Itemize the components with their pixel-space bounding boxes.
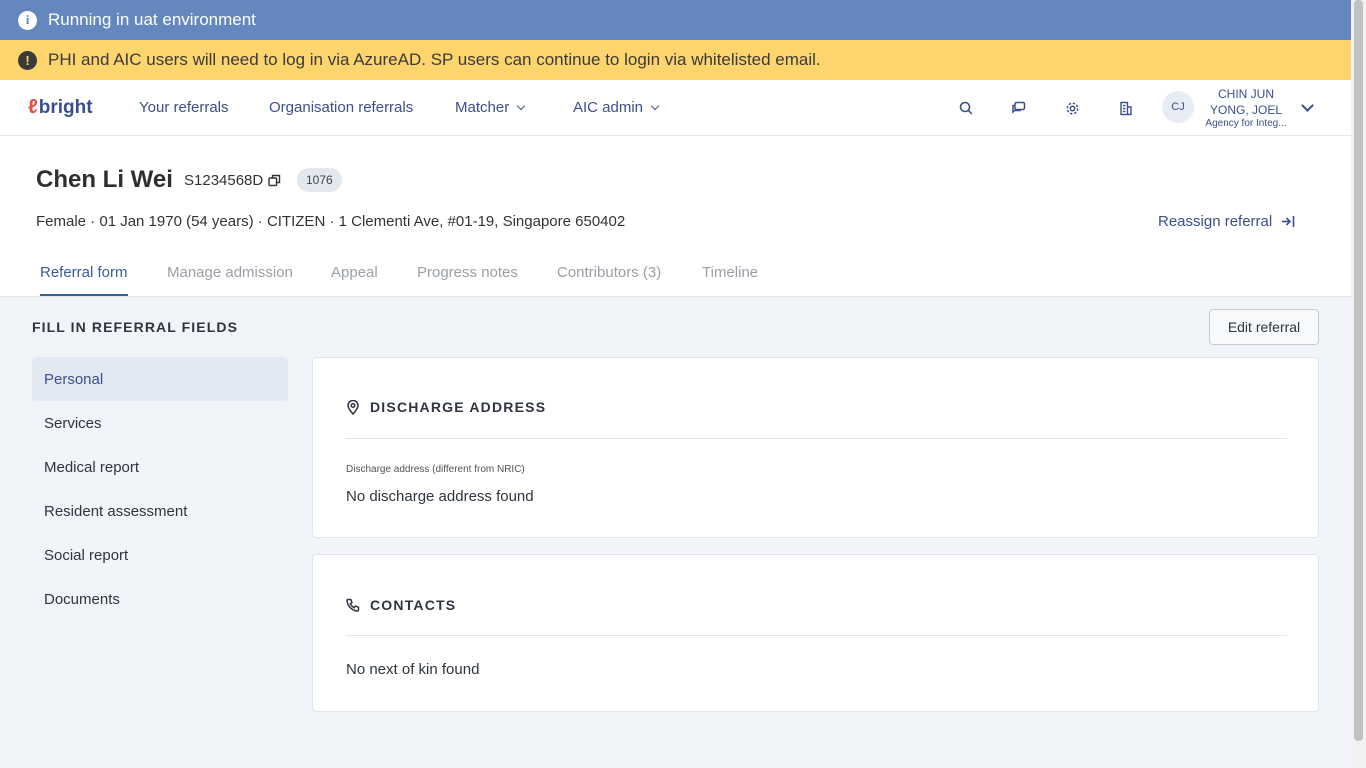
sidebar-item-social-report[interactable]: Social report (32, 533, 288, 577)
section-title: FILL IN REFERRAL FIELDS (32, 319, 239, 335)
contacts-card: CONTACTS No next of kin found (312, 554, 1319, 712)
patient-name: Chen Li Wei (36, 166, 173, 193)
reassign-referral-label: Reassign referral (1158, 213, 1273, 230)
alert-icon: ! (18, 50, 37, 70)
building-icon[interactable] (1116, 98, 1136, 118)
nav-aic-admin-label: AIC admin (573, 99, 644, 116)
discharge-address-label: Discharge address (different from NRIC) (346, 464, 525, 475)
search-icon[interactable] (956, 98, 976, 118)
discharge-address-card: DISCHARGE ADDRESS Discharge address (dif… (312, 357, 1319, 538)
sidebar-item-personal[interactable]: Personal (32, 357, 288, 401)
bright-logo[interactable]: ℓ bright (28, 96, 93, 119)
gear-icon[interactable] (1062, 98, 1082, 118)
contacts-title: CONTACTS (370, 597, 457, 613)
nav-organisation-referrals[interactable]: Organisation referrals (269, 99, 413, 116)
sidebar-item-medical-report[interactable]: Medical report (32, 445, 288, 489)
reassign-referral-button[interactable]: Reassign referral (1158, 213, 1295, 230)
user-name-line2: YONG, JOEL (1209, 103, 1283, 117)
user-organisation: Agency for Integ... (1205, 118, 1287, 129)
phone-icon (346, 598, 360, 612)
discharge-address-title: DISCHARGE ADDRESS (370, 399, 547, 415)
contacts-heading: CONTACTS (346, 597, 456, 613)
tab-timeline[interactable]: Timeline (702, 264, 758, 296)
arrow-right-to-line-icon (1282, 216, 1295, 227)
nav-matcher[interactable]: Matcher (455, 99, 526, 116)
tab-manage-admission[interactable]: Manage admission (167, 264, 293, 296)
chevron-down-icon (650, 101, 660, 110)
logo-text: bright (38, 96, 93, 118)
patient-details: Female · 01 Jan 1970 (54 years) · CITIZE… (36, 213, 626, 230)
discharge-address-heading: DISCHARGE ADDRESS (346, 399, 546, 415)
logo-mark-icon: ℓ (28, 96, 38, 118)
user-name-line1: CHIN JUN (1218, 87, 1274, 101)
warning-banner: ! PHI and AIC users will need to log in … (0, 40, 1351, 80)
edit-referral-button[interactable]: Edit referral (1209, 309, 1319, 345)
info-icon: i (18, 10, 37, 30)
contacts-value: No next of kin found (346, 661, 480, 678)
warning-banner-text: PHI and AIC users will need to log in vi… (48, 50, 821, 69)
divider (346, 635, 1287, 636)
sidebar-item-documents[interactable]: Documents (32, 577, 288, 621)
discharge-address-value: No discharge address found (346, 488, 534, 505)
referral-id-badge: 1076 (297, 168, 342, 192)
tab-appeal[interactable]: Appeal (331, 264, 378, 296)
tab-contributors[interactable]: Contributors (3) (557, 264, 661, 296)
scrollbar-thumb[interactable] (1354, 0, 1363, 741)
chat-icon[interactable] (1008, 98, 1028, 118)
sidebar-item-services[interactable]: Services (32, 401, 288, 445)
sidebar-item-resident-assessment[interactable]: Resident assessment (32, 489, 288, 533)
top-navbar: ℓ bright Your referrals Organisation ref… (0, 80, 1351, 136)
environment-banner: i Running in uat environment (0, 0, 1351, 40)
nav-aic-admin[interactable]: AIC admin (573, 99, 660, 116)
map-pin-icon (347, 399, 359, 415)
nav-matcher-label: Matcher (455, 99, 510, 116)
patient-nric: S1234568D (184, 172, 281, 189)
divider (346, 438, 1287, 439)
chevron-down-icon[interactable] (1301, 99, 1314, 112)
tab-progress-notes[interactable]: Progress notes (417, 264, 518, 296)
tab-referral-form[interactable]: Referral form (40, 264, 128, 296)
nric-value: S1234568D (184, 172, 264, 189)
patient-header: Chen Li Wei S1234568D 1076 Female · 01 J… (0, 136, 1351, 297)
nav-your-referrals[interactable]: Your referrals (139, 99, 229, 116)
chevron-down-icon (516, 101, 526, 110)
user-name[interactable]: CHIN JUN YONG, JOEL (1200, 86, 1292, 118)
environment-banner-text: Running in uat environment (48, 10, 256, 29)
avatar[interactable]: CJ (1162, 91, 1194, 123)
copy-icon[interactable] (268, 174, 281, 187)
